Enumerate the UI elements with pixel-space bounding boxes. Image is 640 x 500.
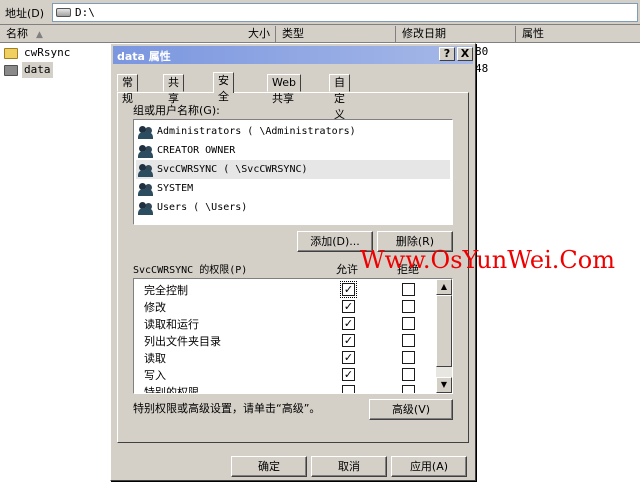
dialog-title: data 属性 (117, 50, 171, 63)
permission-name: 读取 (144, 352, 166, 365)
tab-security[interactable]: 安全 (213, 72, 234, 103)
allow-label: 允许 (336, 263, 358, 276)
user-name: Users ( \Users) (157, 202, 248, 213)
list-item[interactable]: SvcCWRSYNC ( \SvcCWRSYNC) (136, 160, 450, 179)
column-headers: 名称 ▲ 大小 类型 修改日期 属性 (0, 26, 640, 43)
folder-icon (4, 64, 18, 76)
permission-name: 列出文件夹目录 (144, 335, 221, 348)
advanced-hint: 特别权限或高级设置，请单击“高级”。 (133, 402, 321, 415)
deny-checkbox[interactable] (402, 334, 415, 347)
scroll-up-icon[interactable]: ▲ (436, 279, 452, 295)
deny-checkbox[interactable] (402, 317, 415, 330)
list-item[interactable]: Administrators ( \Administrators) (136, 122, 450, 141)
permission-row: 列出文件夹目录 ✓ (134, 332, 436, 349)
deny-checkbox[interactable] (402, 368, 415, 381)
scroll-thumb[interactable] (436, 295, 452, 367)
address-label: 地址(D) (5, 7, 45, 20)
allow-checkbox[interactable]: ✓ (340, 281, 357, 298)
permission-name: 写入 (144, 369, 166, 382)
address-bar: 地址(D) D:\ (0, 0, 640, 25)
permission-row: 读取和运行 ✓ (134, 315, 436, 332)
help-button[interactable]: ? (439, 47, 455, 61)
column-attributes-label: 属性 (522, 27, 544, 40)
user-group-icon (138, 200, 154, 216)
permissions-label: SvcCWRSYNC 的权限(P) (133, 265, 248, 276)
advanced-button[interactable]: 高级(V) (369, 399, 453, 420)
column-modified-label: 修改日期 (402, 27, 446, 40)
user-group-icon (138, 181, 154, 197)
user-name: CREATOR OWNER (157, 145, 236, 156)
drive-icon (56, 8, 71, 17)
user-group-icon (138, 162, 154, 178)
tab-web-sharing[interactable]: Web 共享 (267, 74, 301, 105)
permission-row: 修改 ✓ (134, 298, 436, 315)
file-name: data (22, 62, 53, 78)
tab-general[interactable]: 常规 (117, 74, 138, 105)
tab-sharing[interactable]: 共享 (163, 74, 184, 105)
close-button[interactable]: X (457, 47, 473, 61)
column-size-label: 大小 (248, 27, 270, 40)
list-item[interactable]: CREATOR OWNER (136, 141, 450, 160)
apply-button[interactable]: 应用(A) (391, 456, 467, 477)
file-date-fragment: 48 (475, 62, 489, 75)
tab-custom[interactable]: 自定义 (329, 74, 350, 121)
allow-checkbox[interactable]: ✓ (342, 300, 355, 313)
permission-name: 修改 (144, 301, 166, 314)
permission-name: 特别的权限 (144, 386, 199, 394)
permission-name: 完全控制 (144, 284, 188, 297)
sort-up-icon: ▲ (36, 30, 43, 40)
address-path: D:\ (75, 6, 95, 19)
column-type[interactable]: 类型 (276, 26, 396, 43)
scrollbar[interactable]: ▲ ▼ (436, 279, 452, 393)
user-name: SvcCWRSYNC ( \SvcCWRSYNC) (157, 164, 308, 175)
user-name: SYSTEM (157, 183, 194, 194)
deny-checkbox[interactable] (402, 351, 415, 364)
list-item[interactable]: cwRsync (4, 45, 72, 61)
deny-checkbox[interactable] (402, 300, 415, 313)
permission-row: 写入 ✓ (134, 366, 436, 383)
permission-row: 特别的权限 (134, 383, 436, 394)
allow-checkbox[interactable]: ✓ (342, 334, 355, 347)
allow-checkbox[interactable]: ✓ (342, 317, 355, 330)
permissions-list[interactable]: 完全控制 ✓ 修改 ✓ 读取和运行 ✓ 列出文件夹目录 ✓ 读取 ✓ 写入 ✓ 特别的权限 ▲ ▼ (133, 278, 453, 394)
allow-checkbox[interactable] (342, 385, 355, 393)
allow-checkbox[interactable]: ✓ (342, 351, 355, 364)
user-list[interactable]: Administrators ( \Administrators) CREATO… (133, 119, 453, 225)
ok-button[interactable]: 确定 (231, 456, 307, 477)
address-field[interactable]: D:\ (52, 3, 638, 22)
user-group-icon (138, 143, 154, 159)
column-attributes[interactable]: 属性 (516, 26, 640, 43)
dialog-titlebar[interactable]: data 属性 ? X (113, 46, 473, 64)
list-item[interactable]: data (4, 62, 53, 78)
permission-row: 读取 ✓ (134, 349, 436, 366)
group-label: 组或用户名称(G): (133, 104, 220, 117)
deny-checkbox[interactable] (402, 385, 415, 393)
cancel-button[interactable]: 取消 (311, 456, 387, 477)
column-size[interactable]: 大小 (200, 26, 276, 43)
deny-checkbox[interactable] (402, 283, 415, 296)
watermark: Www.OsYunWei.Com (360, 246, 615, 274)
allow-checkbox[interactable]: ✓ (342, 368, 355, 381)
scroll-down-icon[interactable]: ▼ (436, 377, 452, 393)
list-item[interactable]: SYSTEM (136, 179, 450, 198)
file-name: cwRsync (24, 46, 71, 59)
user-name: Administrators ( \Administrators) (157, 126, 356, 137)
permission-name: 读取和运行 (144, 318, 199, 331)
folder-icon (4, 47, 18, 59)
list-item[interactable]: Users ( \Users) (136, 198, 450, 217)
file-date-fragment: 80 (475, 45, 489, 58)
column-name-label: 名称 (6, 27, 28, 40)
column-type-label: 类型 (282, 27, 304, 40)
column-modified[interactable]: 修改日期 (396, 26, 516, 43)
permission-row: 完全控制 ✓ (134, 281, 436, 298)
user-group-icon (138, 124, 154, 140)
